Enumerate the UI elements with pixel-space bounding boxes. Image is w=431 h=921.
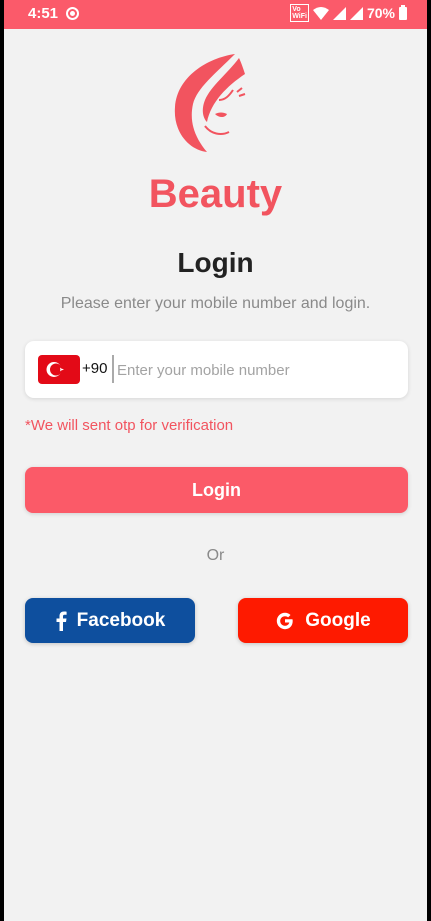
turkey-flag-icon[interactable] (38, 355, 80, 384)
app-name: Beauty (148, 172, 283, 216)
status-bar: 4:51 Vo WiFi 70% (4, 0, 427, 29)
facebook-button-label: Facebook (76, 609, 166, 631)
mobile-number-input[interactable] (117, 355, 397, 385)
login-button[interactable]: Login (25, 467, 408, 513)
battery-icon (399, 4, 407, 20)
phone-input-box[interactable]: +90 (25, 341, 408, 398)
country-dial-code[interactable]: +90 (82, 360, 107, 377)
record-icon (66, 7, 79, 20)
app-screen: 4:51 Vo WiFi 70% Beauty Login Please ente… (4, 0, 427, 921)
facebook-login-button[interactable]: Facebook (25, 598, 195, 643)
google-button-label: Google (305, 609, 371, 631)
page-title: Login (177, 247, 254, 278)
google-icon (277, 612, 293, 629)
battery-percent: 70% (366, 5, 395, 21)
input-divider (112, 355, 114, 383)
google-login-button[interactable]: Google (238, 598, 408, 643)
otp-note: *We will sent otp for verification (25, 417, 234, 434)
status-time: 4:51 (28, 5, 59, 22)
page-subtitle: Please enter your mobile number and logi… (60, 295, 371, 312)
signal-icon-2 (349, 6, 363, 20)
wifi-calling-icon: Vo WiFi (290, 4, 309, 22)
status-indicators: Vo WiFi 70% (290, 4, 407, 22)
signal-icon (332, 6, 346, 20)
woman-face-logo (174, 54, 246, 152)
wifi-icon (312, 6, 329, 20)
facebook-icon (56, 611, 67, 631)
or-separator: Or (206, 547, 225, 564)
